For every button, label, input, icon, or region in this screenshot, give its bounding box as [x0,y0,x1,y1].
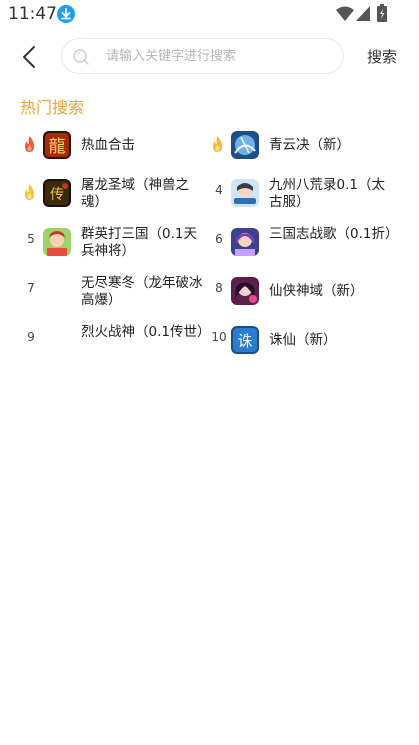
flame-icon [25,184,34,200]
game-icon-sanguozhizhange [231,228,259,256]
hot-item-5[interactable]: 5 群英打三国（0.1天兵神将） [20,218,205,266]
game-name: 三国志战歌（0.1折） [269,226,399,242]
hot-item-4[interactable]: 4 九州八荒录0.1（太古服） [208,169,403,217]
game-name: 无尽寒冬（龙年破冰高爆） [81,275,203,308]
search-icon [73,49,89,65]
hot-item-1[interactable]: 龍 热血合击 [20,121,205,169]
game-icon-jiuzhoubahuanglu [231,179,259,207]
rank-number: 8 [215,281,223,295]
status-time: 11:47 [8,4,57,24]
rank-number: 9 [27,330,35,344]
hot-item-10[interactable]: 10 诛 诛仙（新） [208,316,403,364]
search-input[interactable] [106,39,336,73]
game-name: 青云决（新） [269,137,350,153]
game-icon-qingyunjue [231,131,259,159]
rank-number: 10 [211,330,227,344]
hot-item-9[interactable]: 9 烈火战神（0.1传世） [20,316,211,364]
game-icon-tulongshengyu: 传 [43,179,71,207]
status-bar: 11:47 [0,0,419,28]
rank-number: 6 [215,232,223,246]
wifi-icon [336,6,354,21]
search-box[interactable] [61,38,344,74]
svg-text:传: 传 [50,187,64,203]
game-icon-xianxiashenyu [231,277,259,305]
search-button[interactable]: 搜索 [367,46,397,67]
game-icon-zhuxian: 诛 [231,326,259,354]
rank-number: 4 [215,183,223,197]
game-name: 九州八荒录0.1（太古服） [269,177,385,210]
svg-text:龍: 龍 [49,137,66,157]
flame-icon [25,136,34,152]
game-name: 热血合击 [81,137,135,153]
search-header: 搜索 [0,36,419,76]
hot-item-7[interactable]: 7 无尽寒冬（龙年破冰高爆） [20,267,205,315]
svg-text:诛: 诛 [237,332,252,350]
game-icon-qunyingdasanguo [43,228,71,256]
game-name: 仙侠神域（新） [269,283,364,299]
game-name: 群英打三国（0.1天兵神将） [81,226,197,259]
game-name: 屠龙圣域（神兽之魂） [81,177,189,210]
game-icon-rexuehehe: 龍 [43,131,71,159]
hot-item-6[interactable]: 6 三国志战歌（0.1折） [208,218,403,266]
back-arrow-icon[interactable] [14,42,44,72]
hot-item-8[interactable]: 8 仙侠神域（新） [208,267,403,315]
hot-item-3[interactable]: 传 屠龙圣域（神兽之魂） [20,169,205,217]
battery-icon [377,4,387,22]
rank-number: 7 [27,281,35,295]
rank-number: 5 [27,232,35,246]
game-name: 诛仙（新） [269,332,337,348]
flame-icon [213,136,222,152]
hot-item-2[interactable]: 青云决（新） [208,121,403,169]
hot-search-title: 热门搜索 [20,98,85,117]
game-name: 烈火战神（0.1传世） [81,324,211,340]
download-icon [57,5,75,23]
signal-icon [356,6,370,21]
